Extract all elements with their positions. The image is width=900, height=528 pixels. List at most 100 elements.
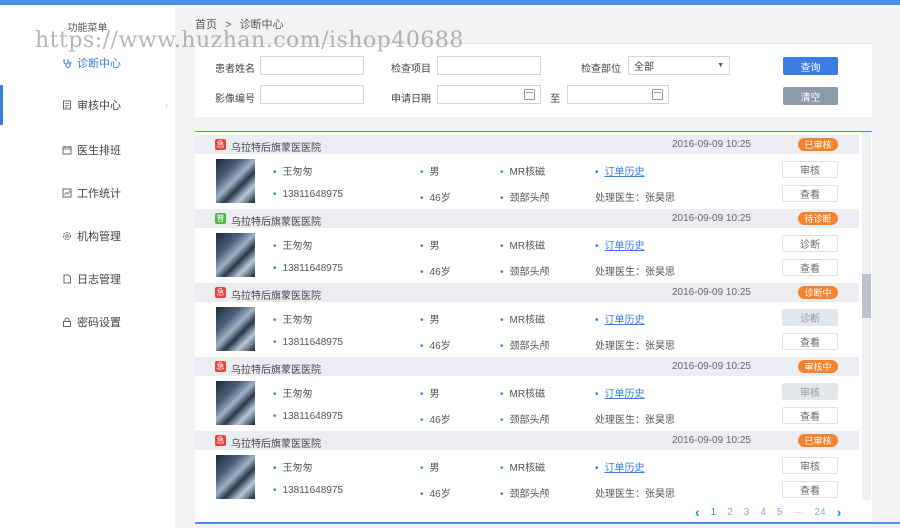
sidebar-item-review-center[interactable]: 审核中心 › — [0, 85, 175, 125]
exam-part-select[interactable]: 全部 ▼ — [628, 56, 730, 75]
exam-item-label: 检查项目 — [391, 64, 431, 75]
order-history-link[interactable]: 订单历史 — [605, 167, 645, 178]
list-item: 急 乌拉特后旗蒙医医院 2016-09-09 10:25 已审核 • 王匆匆 • 1… — [195, 135, 859, 209]
hospital-name: 乌拉特后旗蒙医医院 — [231, 291, 321, 302]
page-number[interactable]: 24 — [814, 507, 825, 518]
apply-date-label: 申请日期 — [391, 94, 431, 105]
calendar-icon[interactable] — [652, 89, 663, 100]
status-badge: 审核中 — [798, 360, 838, 373]
order-history-link[interactable]: 订单历史 — [605, 389, 645, 400]
clear-button[interactable]: 清空 — [783, 87, 838, 105]
chart-icon — [62, 188, 72, 198]
chevron-right-icon: › — [165, 100, 168, 110]
page-number[interactable]: 4 — [760, 507, 766, 518]
sidebar-item-password-settings[interactable]: 密码设置 — [0, 302, 175, 342]
view-button[interactable]: 查看 — [782, 481, 838, 498]
sidebar-item-label: 审核中心 — [77, 100, 121, 112]
record-header: 普 乌拉特后旗蒙医医院 2016-09-09 10:25 待诊断 — [195, 209, 859, 228]
order-history: • 订单历史 — [595, 167, 645, 178]
patient-name: • 王匆匆 — [273, 167, 313, 178]
diagnose-button[interactable]: 诊断 — [782, 309, 838, 326]
list-item: 急 乌拉特后旗蒙医医院 2016-09-09 10:25 诊断中 • 王匆匆 • 1… — [195, 283, 859, 357]
review-button[interactable]: 审核 — [782, 457, 838, 474]
hospital-name: 乌拉特后旗蒙医医院 — [231, 217, 321, 228]
patient-age: • 46岁 — [420, 341, 451, 352]
diagnose-button[interactable]: 诊断 — [782, 235, 838, 252]
page-number[interactable]: 1 — [711, 507, 717, 518]
record-header: 急 乌拉特后旗蒙医医院 2016-09-09 10:25 已审核 — [195, 135, 859, 154]
page-number[interactable]: 3 — [744, 507, 750, 518]
image-no-label: 影像编号 — [215, 94, 255, 105]
document-icon — [62, 100, 72, 110]
next-page-button[interactable]: › — [837, 504, 842, 520]
view-button[interactable]: 查看 — [782, 407, 838, 424]
exam-part: • 颈部头颅 — [500, 415, 550, 426]
xray-thumbnail[interactable] — [216, 159, 255, 203]
exam-part-value: 全部 — [634, 62, 654, 73]
order-history-link[interactable]: 订单历史 — [605, 315, 645, 326]
status-badge: 已审核 — [798, 434, 838, 447]
apply-date-end-input[interactable] — [567, 85, 669, 104]
date-to-label: 至 — [550, 94, 560, 105]
record-header: 急 乌拉特后旗蒙医医院 2016-09-09 10:25 诊断中 — [195, 283, 859, 302]
view-button[interactable]: 查看 — [782, 259, 838, 276]
list-scrollbar[interactable] — [862, 132, 871, 500]
patient-name: • 王匆匆 — [273, 241, 313, 252]
order-history: • 订单历史 — [595, 463, 645, 474]
review-button[interactable]: 审核 — [782, 383, 838, 400]
handling-doctor: 处理医生：张昊思 — [595, 489, 675, 500]
patient-age: • 46岁 — [420, 267, 451, 278]
prev-page-button[interactable]: ‹ — [695, 504, 700, 520]
query-button[interactable]: 查询 — [783, 57, 838, 75]
handling-doctor: 处理医生：张昊思 — [595, 267, 675, 278]
sidebar-item-label: 密码设置 — [77, 317, 121, 329]
sidebar-item-doctor-schedule[interactable]: 医生排班 — [0, 130, 175, 170]
exam-modality: • MR核磁 — [500, 389, 546, 400]
xray-thumbnail[interactable] — [216, 455, 255, 499]
list-item: 普 乌拉特后旗蒙医医院 2016-09-09 10:25 待诊断 • 王匆匆 • 1… — [195, 209, 859, 283]
view-button[interactable]: 查看 — [782, 333, 838, 350]
record-time: 2016-09-09 10:25 — [672, 213, 751, 224]
patient-gender: • 男 — [420, 241, 440, 252]
sidebar-item-label: 日志管理 — [77, 274, 121, 286]
sidebar-item-log-management[interactable]: 日志管理 — [0, 259, 175, 299]
patient-name: • 王匆匆 — [273, 315, 313, 326]
sidebar-item-label: 医生排班 — [77, 145, 121, 157]
xray-thumbnail[interactable] — [216, 381, 255, 425]
view-button[interactable]: 查看 — [782, 185, 838, 202]
apply-date-start-input[interactable] — [437, 85, 541, 104]
order-history-link[interactable]: 订单历史 — [605, 241, 645, 252]
xray-thumbnail[interactable] — [216, 307, 255, 351]
patient-age: • 46岁 — [420, 415, 451, 426]
order-history: • 订单历史 — [595, 315, 645, 326]
exam-part: • 颈部头颅 — [500, 489, 550, 500]
sidebar: 功能菜单 诊断中心 审核中心 › 医生排班 工作统计 机构管理 日志管理 密码设… — [0, 5, 175, 528]
patient-gender: • 男 — [420, 463, 440, 474]
patient-name-input[interactable] — [260, 56, 364, 75]
review-button[interactable]: 审核 — [782, 161, 838, 178]
gear-icon — [62, 231, 72, 241]
urgent-tag-icon: 急 — [215, 139, 226, 150]
image-no-input[interactable] — [260, 85, 364, 104]
exam-item-input[interactable] — [437, 56, 541, 75]
hospital-name: 乌拉特后旗蒙医医院 — [231, 439, 321, 450]
patient-name: • 王匆匆 — [273, 389, 313, 400]
handling-doctor: 处理医生：张昊思 — [595, 193, 675, 204]
scrollbar-thumb[interactable] — [862, 274, 871, 318]
record-header: 急 乌拉特后旗蒙医医院 2016-09-09 10:25 审核中 — [195, 357, 859, 376]
page-number[interactable]: 5 — [777, 507, 783, 518]
sidebar-item-org-management[interactable]: 机构管理 — [0, 216, 175, 256]
xray-thumbnail[interactable] — [216, 233, 255, 277]
urgent-tag-icon: 急 — [215, 435, 226, 446]
exam-modality: • MR核磁 — [500, 315, 546, 326]
exam-part: • 颈部头颅 — [500, 267, 550, 278]
status-badge: 待诊断 — [798, 212, 838, 225]
exam-modality: • MR核磁 — [500, 167, 546, 178]
pagination-ellipsis: ··· — [793, 506, 804, 518]
calendar-icon[interactable] — [524, 89, 535, 100]
order-history-link[interactable]: 订单历史 — [605, 463, 645, 474]
sidebar-item-work-statistics[interactable]: 工作统计 — [0, 173, 175, 213]
page-number[interactable]: 2 — [727, 507, 733, 518]
patient-phone: • 13811648975 — [273, 189, 343, 200]
patient-gender: • 男 — [420, 315, 440, 326]
